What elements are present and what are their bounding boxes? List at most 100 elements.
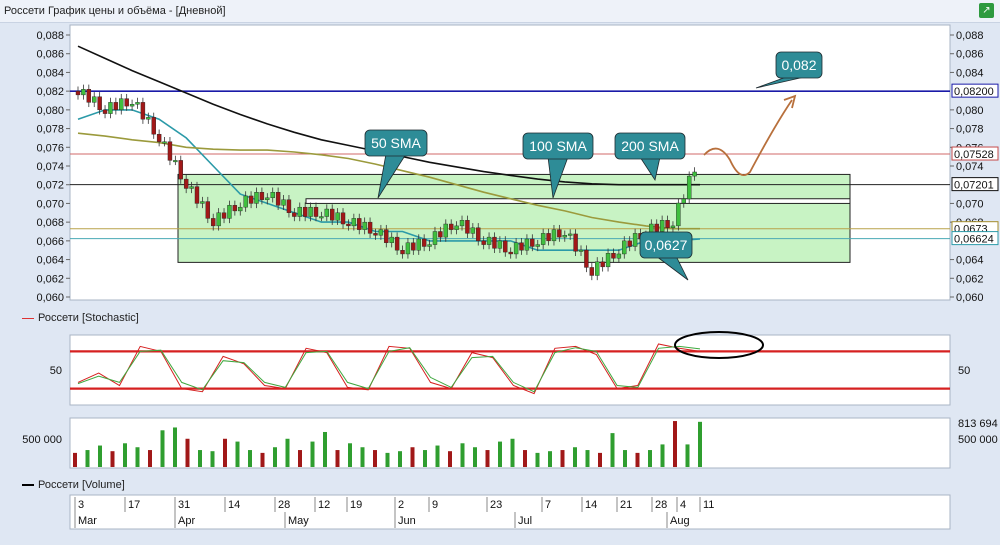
price-tag: 0,07201 [954, 180, 994, 192]
volume-last-label: 813 694 [958, 418, 998, 430]
candle [362, 221, 367, 230]
candle [595, 261, 600, 276]
stoch-legend-swatch [22, 317, 34, 319]
volume-bar [260, 452, 265, 467]
callout-200-sma: 200 SMA [621, 138, 679, 154]
y-tick-label: 0,062 [36, 273, 64, 285]
date-day-label: 12 [318, 499, 330, 511]
volume-bar [98, 445, 102, 467]
candle [189, 186, 194, 189]
volume-y-label: 500 000 [22, 434, 62, 446]
right-tick-label: 0,088 [956, 30, 984, 42]
volume-bar [473, 447, 477, 467]
price-tag: 0,07528 [954, 149, 994, 161]
candle [135, 102, 140, 105]
candle [654, 223, 659, 232]
stoch-y-label-right: 50 [958, 365, 970, 377]
candle [102, 109, 108, 114]
candle [265, 197, 270, 200]
candle [659, 220, 665, 232]
y-tick-label: 0,082 [36, 86, 64, 98]
volume-bar [460, 443, 465, 467]
callout-target: 0,082 [781, 57, 816, 73]
volume-bar [535, 452, 540, 467]
candle [443, 223, 448, 238]
candle [335, 212, 340, 221]
candle [476, 227, 481, 242]
candle [622, 240, 627, 255]
candle [530, 238, 535, 247]
candle [346, 223, 351, 227]
stoch-panel [69, 334, 951, 406]
volume-legend: Россети [Volume] [22, 479, 125, 491]
candle [557, 229, 562, 238]
price-tag: 0,08200 [954, 86, 994, 98]
candle [151, 117, 156, 135]
candle [459, 220, 465, 227]
y-tick-label: 0,078 [36, 124, 64, 136]
candle [486, 236, 492, 245]
date-day-label: 19 [350, 499, 362, 511]
volume-bar [573, 447, 577, 467]
candle [665, 220, 670, 228]
volume-bar [623, 450, 627, 467]
volume-bar [210, 451, 215, 467]
volume-bar [273, 447, 277, 467]
chart-window: Россети График цены и объёма - [Дневной]… [0, 0, 1000, 545]
candle [513, 242, 519, 255]
candle [632, 233, 638, 247]
date-day-label: 17 [128, 499, 140, 511]
candle [275, 191, 281, 206]
candle [373, 233, 378, 236]
candle [400, 250, 405, 255]
date-day-label: 28 [655, 499, 667, 511]
volume-bar [73, 452, 77, 467]
candle [394, 236, 400, 251]
volume-legend-text: Россети [Volume] [38, 479, 125, 491]
candle [605, 253, 611, 268]
candle [546, 233, 551, 242]
volume-bar [610, 433, 615, 467]
candle [259, 191, 265, 200]
candle [238, 206, 243, 212]
date-day-label: 2 [398, 499, 404, 511]
candle [162, 141, 167, 144]
candle [578, 249, 584, 252]
volume-y-label-right: 500 000 [958, 434, 998, 446]
volume-bar [698, 421, 702, 467]
date-day-label: 14 [228, 499, 240, 511]
candle [454, 225, 459, 230]
y-tick-label: 0,060 [36, 292, 64, 304]
candle [416, 238, 421, 251]
candle [297, 206, 302, 217]
candle [432, 231, 438, 245]
volume-bar [485, 450, 490, 467]
candle [119, 98, 124, 111]
candle [508, 251, 513, 255]
chart-canvas: 0,088 0,086 0,084 0,082 0,080 0,078 0,076 0,074… [22, 24, 999, 530]
volume-bar [135, 447, 140, 467]
candle [319, 216, 324, 219]
date-day-label: 31 [178, 499, 190, 511]
right-tick-label: 0,084 [956, 67, 984, 79]
right-tick-label: 0,074 [956, 161, 984, 173]
y-tick-label: 0,080 [36, 105, 64, 117]
candle [81, 89, 86, 96]
y-tick-label: 0,066 [36, 236, 64, 248]
y-tick-label: 0,084 [36, 67, 64, 79]
candle [589, 267, 595, 276]
volume-bar [385, 452, 390, 467]
y-tick-label: 0,088 [36, 30, 64, 42]
volume-bar [523, 450, 527, 467]
resistance-band [305, 198, 851, 204]
volume-bar [148, 450, 152, 467]
date-day-label: 3 [78, 499, 84, 511]
candle [173, 160, 178, 163]
candle [470, 227, 476, 234]
candle [681, 198, 686, 204]
volume-bar [298, 450, 302, 467]
candle [232, 205, 238, 212]
volume-bar [285, 438, 290, 467]
candle [540, 233, 546, 245]
volume-bar [235, 441, 240, 467]
